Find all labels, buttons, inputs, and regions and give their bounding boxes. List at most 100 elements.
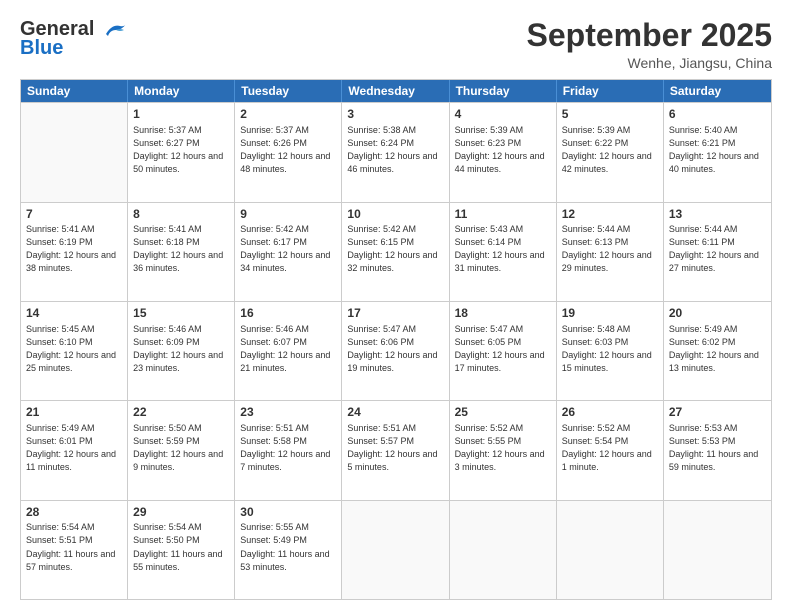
cal-cell: 11Sunrise: 5:43 AM Sunset: 6:14 PM Dayli… [450,203,557,301]
day-header-monday: Monday [128,80,235,102]
day-number: 13 [669,206,766,223]
logo-blue: Blue [20,37,63,60]
cal-cell: 25Sunrise: 5:52 AM Sunset: 5:55 PM Dayli… [450,401,557,499]
cell-info: Sunrise: 5:39 AM Sunset: 6:22 PM Dayligh… [562,124,658,176]
cal-cell: 18Sunrise: 5:47 AM Sunset: 6:05 PM Dayli… [450,302,557,400]
cal-cell: 27Sunrise: 5:53 AM Sunset: 5:53 PM Dayli… [664,401,771,499]
cal-cell: 1Sunrise: 5:37 AM Sunset: 6:27 PM Daylig… [128,103,235,201]
day-number: 4 [455,106,551,123]
cal-cell: 2Sunrise: 5:37 AM Sunset: 6:26 PM Daylig… [235,103,342,201]
cell-info: Sunrise: 5:45 AM Sunset: 6:10 PM Dayligh… [26,323,122,375]
cal-cell: 17Sunrise: 5:47 AM Sunset: 6:06 PM Dayli… [342,302,449,400]
day-number: 18 [455,305,551,322]
cal-cell: 3Sunrise: 5:38 AM Sunset: 6:24 PM Daylig… [342,103,449,201]
cell-info: Sunrise: 5:46 AM Sunset: 6:09 PM Dayligh… [133,323,229,375]
day-header-wednesday: Wednesday [342,80,449,102]
cal-cell [21,103,128,201]
cell-info: Sunrise: 5:43 AM Sunset: 6:14 PM Dayligh… [455,223,551,275]
cell-info: Sunrise: 5:42 AM Sunset: 6:15 PM Dayligh… [347,223,443,275]
day-number: 23 [240,404,336,421]
logo-bird-icon [102,20,128,40]
day-number: 14 [26,305,122,322]
day-number: 27 [669,404,766,421]
cell-info: Sunrise: 5:55 AM Sunset: 5:49 PM Dayligh… [240,521,336,573]
day-header-sunday: Sunday [21,80,128,102]
day-number: 17 [347,305,443,322]
cal-cell: 28Sunrise: 5:54 AM Sunset: 5:51 PM Dayli… [21,501,128,599]
day-number: 15 [133,305,229,322]
day-number: 7 [26,206,122,223]
cal-cell: 7Sunrise: 5:41 AM Sunset: 6:19 PM Daylig… [21,203,128,301]
week-row-3: 14Sunrise: 5:45 AM Sunset: 6:10 PM Dayli… [21,301,771,400]
day-number: 9 [240,206,336,223]
cal-cell: 29Sunrise: 5:54 AM Sunset: 5:50 PM Dayli… [128,501,235,599]
logo: General Blue [20,18,128,60]
day-number: 21 [26,404,122,421]
cal-cell: 15Sunrise: 5:46 AM Sunset: 6:09 PM Dayli… [128,302,235,400]
week-row-4: 21Sunrise: 5:49 AM Sunset: 6:01 PM Dayli… [21,400,771,499]
cell-info: Sunrise: 5:37 AM Sunset: 6:27 PM Dayligh… [133,124,229,176]
cell-info: Sunrise: 5:46 AM Sunset: 6:07 PM Dayligh… [240,323,336,375]
calendar-header: SundayMondayTuesdayWednesdayThursdayFrid… [21,80,771,102]
day-number: 29 [133,504,229,521]
cell-info: Sunrise: 5:52 AM Sunset: 5:55 PM Dayligh… [455,422,551,474]
day-number: 10 [347,206,443,223]
day-number: 30 [240,504,336,521]
cell-info: Sunrise: 5:44 AM Sunset: 6:13 PM Dayligh… [562,223,658,275]
cal-cell: 4Sunrise: 5:39 AM Sunset: 6:23 PM Daylig… [450,103,557,201]
day-number: 5 [562,106,658,123]
cell-info: Sunrise: 5:54 AM Sunset: 5:50 PM Dayligh… [133,521,229,573]
cal-cell: 8Sunrise: 5:41 AM Sunset: 6:18 PM Daylig… [128,203,235,301]
cell-info: Sunrise: 5:52 AM Sunset: 5:54 PM Dayligh… [562,422,658,474]
month-title: September 2025 [527,18,772,53]
cal-cell: 30Sunrise: 5:55 AM Sunset: 5:49 PM Dayli… [235,501,342,599]
cell-info: Sunrise: 5:38 AM Sunset: 6:24 PM Dayligh… [347,124,443,176]
day-number: 24 [347,404,443,421]
cell-info: Sunrise: 5:42 AM Sunset: 6:17 PM Dayligh… [240,223,336,275]
day-number: 6 [669,106,766,123]
day-header-tuesday: Tuesday [235,80,342,102]
day-header-saturday: Saturday [664,80,771,102]
cal-cell [450,501,557,599]
day-number: 11 [455,206,551,223]
day-number: 26 [562,404,658,421]
cal-cell [342,501,449,599]
cal-cell: 23Sunrise: 5:51 AM Sunset: 5:58 PM Dayli… [235,401,342,499]
cell-info: Sunrise: 5:47 AM Sunset: 6:05 PM Dayligh… [455,323,551,375]
cell-info: Sunrise: 5:48 AM Sunset: 6:03 PM Dayligh… [562,323,658,375]
cal-cell [557,501,664,599]
day-header-friday: Friday [557,80,664,102]
cell-info: Sunrise: 5:53 AM Sunset: 5:53 PM Dayligh… [669,422,766,474]
cal-cell: 5Sunrise: 5:39 AM Sunset: 6:22 PM Daylig… [557,103,664,201]
cell-info: Sunrise: 5:44 AM Sunset: 6:11 PM Dayligh… [669,223,766,275]
cell-info: Sunrise: 5:47 AM Sunset: 6:06 PM Dayligh… [347,323,443,375]
cal-cell: 22Sunrise: 5:50 AM Sunset: 5:59 PM Dayli… [128,401,235,499]
cal-cell [664,501,771,599]
cal-cell: 10Sunrise: 5:42 AM Sunset: 6:15 PM Dayli… [342,203,449,301]
cell-info: Sunrise: 5:54 AM Sunset: 5:51 PM Dayligh… [26,521,122,573]
calendar: SundayMondayTuesdayWednesdayThursdayFrid… [20,79,772,600]
cal-cell: 12Sunrise: 5:44 AM Sunset: 6:13 PM Dayli… [557,203,664,301]
cell-info: Sunrise: 5:37 AM Sunset: 6:26 PM Dayligh… [240,124,336,176]
cal-cell: 26Sunrise: 5:52 AM Sunset: 5:54 PM Dayli… [557,401,664,499]
cal-cell: 9Sunrise: 5:42 AM Sunset: 6:17 PM Daylig… [235,203,342,301]
week-row-5: 28Sunrise: 5:54 AM Sunset: 5:51 PM Dayli… [21,500,771,599]
day-number: 16 [240,305,336,322]
cal-cell: 19Sunrise: 5:48 AM Sunset: 6:03 PM Dayli… [557,302,664,400]
day-number: 20 [669,305,766,322]
cal-cell: 6Sunrise: 5:40 AM Sunset: 6:21 PM Daylig… [664,103,771,201]
cal-cell: 24Sunrise: 5:51 AM Sunset: 5:57 PM Dayli… [342,401,449,499]
day-number: 19 [562,305,658,322]
day-number: 3 [347,106,443,123]
week-row-1: 1Sunrise: 5:37 AM Sunset: 6:27 PM Daylig… [21,102,771,201]
cal-cell: 21Sunrise: 5:49 AM Sunset: 6:01 PM Dayli… [21,401,128,499]
cell-info: Sunrise: 5:49 AM Sunset: 6:01 PM Dayligh… [26,422,122,474]
day-number: 22 [133,404,229,421]
day-number: 25 [455,404,551,421]
day-number: 12 [562,206,658,223]
cal-cell: 16Sunrise: 5:46 AM Sunset: 6:07 PM Dayli… [235,302,342,400]
day-number: 28 [26,504,122,521]
cal-cell: 20Sunrise: 5:49 AM Sunset: 6:02 PM Dayli… [664,302,771,400]
cell-info: Sunrise: 5:51 AM Sunset: 5:57 PM Dayligh… [347,422,443,474]
header: General Blue September 2025 Wenhe, Jiang… [20,18,772,71]
